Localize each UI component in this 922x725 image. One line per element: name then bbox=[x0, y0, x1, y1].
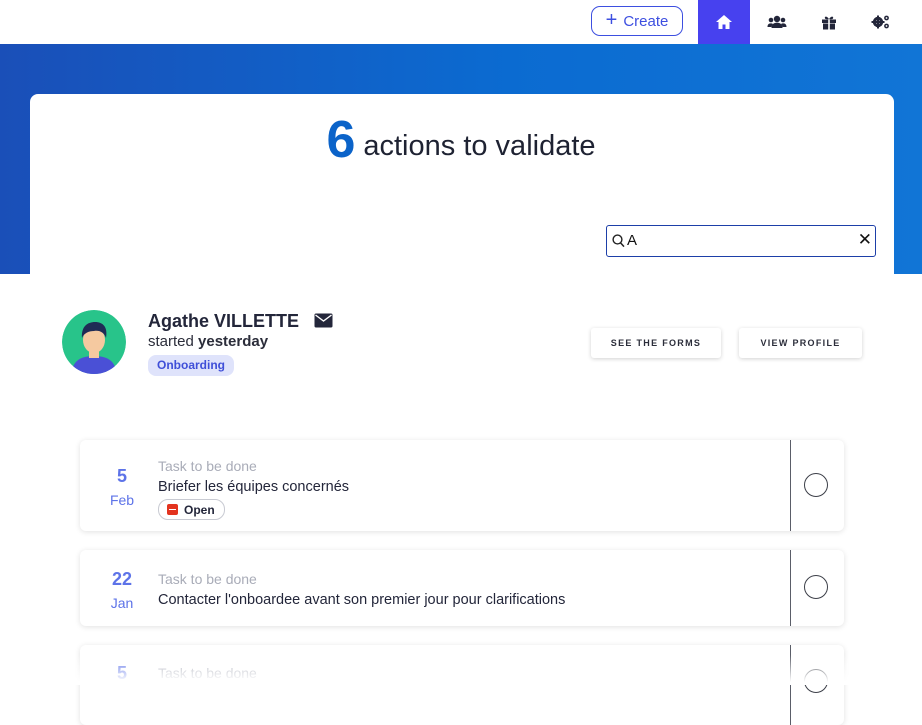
open-attachment-label: Open bbox=[184, 502, 215, 517]
nav-settings[interactable] bbox=[855, 0, 907, 44]
search-icon bbox=[612, 234, 625, 248]
clear-search-icon[interactable]: ✕ bbox=[858, 231, 872, 249]
task-title: Briefer les équipes concernés bbox=[158, 479, 350, 495]
task-card: 22 Jan Task to be done Contacter l'onboa… bbox=[80, 550, 844, 626]
nav-users[interactable] bbox=[751, 0, 803, 44]
nav-gifts[interactable] bbox=[803, 0, 855, 44]
onboarding-tag: Onboarding bbox=[148, 355, 234, 376]
search-input[interactable] bbox=[627, 230, 847, 250]
view-profile-button[interactable]: VIEW PROFILE bbox=[739, 328, 862, 358]
started-prefix: started bbox=[148, 333, 194, 350]
scroll-fade bbox=[0, 655, 922, 685]
task-title: Contacter l'onboardee avant son premier … bbox=[158, 592, 566, 608]
task-kind: Task to be done bbox=[158, 458, 257, 474]
avatar bbox=[62, 310, 126, 374]
task-month: Jan bbox=[110, 595, 134, 611]
home-icon bbox=[716, 15, 732, 29]
pdf-icon bbox=[167, 504, 178, 515]
search-box: ✕ bbox=[606, 225, 876, 257]
task-day: 22 bbox=[111, 569, 133, 589]
create-button[interactable]: + Create bbox=[591, 6, 683, 36]
task-month: Feb bbox=[109, 492, 135, 508]
see-forms-button[interactable]: SEE THE FORMS bbox=[591, 328, 721, 358]
actions-headline: 6 actions to validate bbox=[0, 110, 922, 170]
started-text: started yesterday bbox=[148, 333, 268, 350]
task-kind: Task to be done bbox=[158, 571, 257, 587]
open-attachment-button[interactable]: Open bbox=[158, 499, 225, 520]
task-complete-checkbox[interactable] bbox=[804, 473, 828, 497]
plus-icon: + bbox=[605, 9, 618, 31]
top-navbar: + Create bbox=[0, 0, 922, 44]
nav-home[interactable] bbox=[698, 0, 750, 44]
create-label: Create bbox=[623, 12, 669, 30]
started-when: yesterday bbox=[198, 333, 269, 350]
actions-headline-text: actions to validate bbox=[363, 130, 596, 162]
actions-count: 6 bbox=[326, 111, 356, 169]
gift-icon bbox=[822, 16, 836, 29]
envelope-icon[interactable] bbox=[314, 313, 333, 328]
task-divider bbox=[790, 440, 791, 531]
settings-icon bbox=[871, 15, 889, 29]
task-divider bbox=[790, 550, 791, 626]
task-day: 5 bbox=[116, 466, 127, 486]
user-name: Agathe VILLETTE bbox=[148, 311, 300, 331]
task-card: 5 Feb Task to be done Briefer les équipe… bbox=[80, 440, 844, 531]
users-icon bbox=[767, 15, 787, 28]
task-complete-checkbox[interactable] bbox=[804, 575, 828, 599]
